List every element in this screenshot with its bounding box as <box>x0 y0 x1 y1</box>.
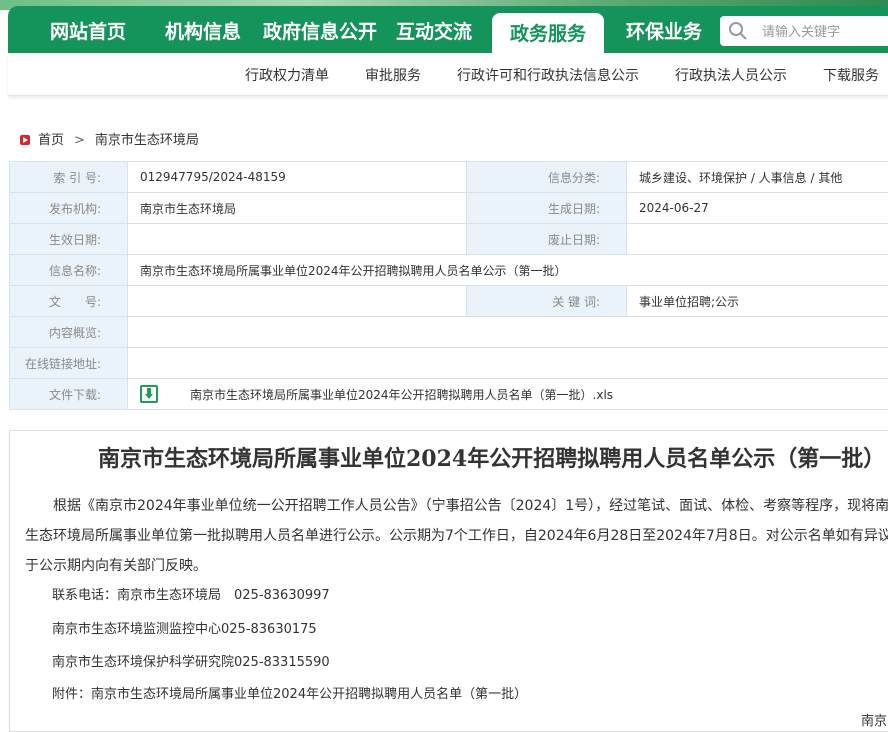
sub-nav: 行政权力清单 审批服务 行政许可和行政执法信息公示 行政执法人员公示 下载服务 <box>8 53 888 96</box>
table-row: 发布机构: 南京市生态环境局 生成日期: 2024-06-27 <box>10 193 888 224</box>
index-value: 012947795/2024-48159 <box>128 162 467 193</box>
download-file-link[interactable]: 南京市生态环境局所属事业单位2024年公开招聘拟聘用人员名单（第一批）.xls <box>190 388 613 402</box>
overview-label: 内容概览: <box>10 317 128 348</box>
effective-date-value <box>128 224 467 255</box>
table-row: 文件下载: 南京市生态环境局所属事业单位2024年公开招聘拟聘用人员名单（第一批… <box>10 379 888 410</box>
search-input[interactable] <box>760 20 888 44</box>
table-row: 生效日期: 废止日期: <box>10 224 888 255</box>
subnav-law-enforcers[interactable]: 行政执法人员公示 <box>675 65 787 85</box>
keywords-value: 事业单位招聘;公示 <box>627 286 888 317</box>
subnav-approval[interactable]: 审批服务 <box>365 65 421 85</box>
chevron-right-icon: > <box>74 133 85 148</box>
breadcrumb: 首页 > 南京市生态环境局 <box>20 129 199 148</box>
doc-number-label: 文 号: <box>10 286 128 317</box>
attachment-line: 附件：南京市生态环境局所属事业单位2024年公开招聘拟聘用人员名单（第一批） <box>52 683 527 702</box>
category-value: 城乡建设、环境保护 / 人事信息 / 其他 <box>627 162 888 193</box>
nav-gov-service[interactable]: 政务服务 <box>492 13 604 53</box>
publisher-value: 南京市生态环境局 <box>128 193 467 224</box>
search-icon[interactable] <box>728 21 748 41</box>
expire-date-label: 废止日期: <box>467 224 627 255</box>
download-label: 文件下载: <box>10 379 128 410</box>
nav-env-business[interactable]: 环保业务 <box>626 18 702 46</box>
effective-date-label: 生效日期: <box>10 224 128 255</box>
subnav-power-list[interactable]: 行政权力清单 <box>245 65 329 85</box>
doc-number-value <box>128 286 467 317</box>
contact-line-1: 联系电话：南京市生态环境局 025-83630997 <box>52 584 330 603</box>
overview-value <box>128 317 888 348</box>
publisher-label: 发布机构: <box>10 193 128 224</box>
nav-home[interactable]: 网站首页 <box>50 18 126 46</box>
signature-text: 南京 <box>861 710 887 729</box>
online-link-value <box>128 348 888 379</box>
nav-interaction[interactable]: 互动交流 <box>396 18 472 46</box>
subnav-download[interactable]: 下载服务 <box>823 65 879 85</box>
main-nav: 网站首页 机构信息 政府信息公开 互动交流 政务服务 环保业务 <box>8 6 888 53</box>
table-row: 索 引 号: 012947795/2024-48159 信息分类: 城乡建设、环… <box>10 162 888 193</box>
nav-gov-info[interactable]: 政府信息公开 <box>263 18 377 46</box>
article-title: 南京市生态环境局所属事业单位2024年公开招聘拟聘用人员名单公示（第一批） <box>98 441 885 473</box>
location-icon <box>20 135 30 145</box>
search-box <box>720 16 888 46</box>
keywords-label: 关 键 词: <box>467 286 627 317</box>
index-label: 索 引 号: <box>10 162 128 193</box>
breadcrumb-home[interactable]: 首页 <box>38 133 64 148</box>
table-row: 文 号: 关 键 词: 事业单位招聘;公示 <box>10 286 888 317</box>
created-date-label: 生成日期: <box>467 193 627 224</box>
contact-line-3: 南京市生态环境保护科学研究院025-83315590 <box>52 651 330 670</box>
category-label: 信息分类: <box>467 162 627 193</box>
expire-date-value <box>627 224 888 255</box>
info-name-label: 信息名称: <box>10 255 128 286</box>
subnav-license-publicity[interactable]: 行政许可和行政执法信息公示 <box>457 65 639 85</box>
online-link-label: 在线链接地址: <box>10 348 128 379</box>
article-body: 南京市生态环境局所属事业单位2024年公开招聘拟聘用人员名单公示（第一批） 根据… <box>9 430 888 732</box>
download-icon[interactable] <box>140 385 158 403</box>
table-row: 在线链接地址: <box>10 348 888 379</box>
info-table: 索 引 号: 012947795/2024-48159 信息分类: 城乡建设、环… <box>9 161 888 410</box>
table-row: 内容概览: <box>10 317 888 348</box>
article-paragraph: 根据《南京市2024年事业单位统一公开招聘工作人员公告》（宁事招公告〔2024〕… <box>25 491 888 581</box>
contact-line-2: 南京市生态环境监测监控中心025-83630175 <box>52 618 317 637</box>
download-cell: 南京市生态环境局所属事业单位2024年公开招聘拟聘用人员名单（第一批）.xls <box>128 379 888 410</box>
table-row: 信息名称: 南京市生态环境局所属事业单位2024年公开招聘拟聘用人员名单公示（第… <box>10 255 888 286</box>
info-name-value: 南京市生态环境局所属事业单位2024年公开招聘拟聘用人员名单公示（第一批） <box>128 255 888 286</box>
breadcrumb-current[interactable]: 南京市生态环境局 <box>95 133 199 148</box>
nav-organization[interactable]: 机构信息 <box>165 18 241 46</box>
created-date-value: 2024-06-27 <box>627 193 888 224</box>
